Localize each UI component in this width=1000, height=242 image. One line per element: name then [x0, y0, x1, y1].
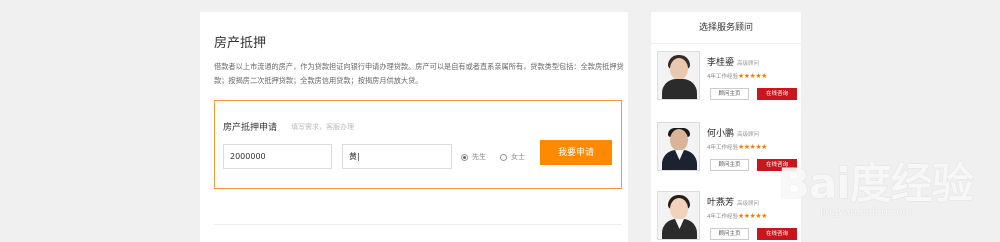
advisor-photo[interactable] [657, 191, 700, 240]
advisor-experience: 4年工作经验★★★★★ [707, 72, 767, 80]
page-title: 房产抵押 [214, 36, 267, 51]
advisor-card: 何小鹏 高级顾问 4年工作经验★★★★★ 顾问主页 在线咨询 [657, 122, 797, 177]
amount-input[interactable]: 2000000 [223, 144, 332, 169]
advisor-photo[interactable] [657, 51, 700, 100]
apply-button[interactable]: 我要申请 [540, 140, 612, 165]
gender-label-male: 先生 [472, 153, 486, 161]
form-hint: 填写需求，客服办理 [291, 123, 354, 131]
watermark-url: jingyan.baidu.com [820, 207, 913, 218]
application-form: 房产抵押申请 填写需求，客服办理 2000000 黄| 先生 女士 我要申请 [214, 100, 622, 189]
advisor-card: 李桂鎏 高级顾问 4年工作经验★★★★★ 顾问主页 在线咨询 [657, 51, 797, 106]
gender-option-female[interactable]: 女士 [500, 152, 525, 162]
rating-stars-icon: ★★★★★ [738, 143, 767, 151]
name-input[interactable]: 黄| [342, 144, 452, 169]
rating-stars-icon: ★★★★★ [738, 212, 767, 220]
gender-option-male[interactable]: 先生 [461, 152, 486, 162]
advisor-name: 叶燕芳 高级顾问 [707, 198, 760, 208]
advisor-profile-button[interactable]: 顾问主页 [710, 88, 749, 100]
gender-label-female: 女士 [511, 153, 525, 161]
advisor-card: 叶燕芳 高级顾问 4年工作经验★★★★★ 顾问主页 在线咨询 [657, 191, 797, 242]
divider [214, 224, 622, 225]
advisor-name: 何小鹏 高级顾问 [707, 129, 760, 139]
sidebar-title: 选择服务顾问 [651, 12, 801, 44]
advisor-profile-button[interactable]: 顾问主页 [710, 228, 749, 240]
rating-stars-icon: ★★★★★ [738, 72, 767, 80]
description-text: 借款者以上市流通的房产，作为贷款担证向银行申请办理贷款。房产可以是自有或者直系亲… [214, 62, 624, 85]
form-title: 房产抵押申请 [223, 123, 278, 133]
advisor-level: 高级顾问 [737, 132, 760, 138]
radio-checked-icon[interactable] [461, 153, 468, 161]
advisor-experience: 4年工作经验★★★★★ [707, 143, 767, 151]
online-consult-button[interactable]: 在线咨询 [757, 88, 797, 100]
radio-unchecked-icon[interactable] [500, 153, 507, 161]
advisor-level: 高级顾问 [737, 61, 760, 67]
mortgage-panel: 房产抵押 借款者以上市流通的房产，作为贷款担证向银行申请办理贷款。房产可以是自有… [200, 12, 628, 242]
advisor-photo[interactable] [657, 122, 700, 171]
advisor-experience: 4年工作经验★★★★★ [707, 212, 767, 220]
advisor-level: 高级顾问 [737, 201, 760, 207]
watermark-logo: Bai度经验 [778, 159, 974, 208]
baidu-jingyan-watermark: Bai度经验 jingyan.baidu.com [778, 150, 998, 240]
advisor-profile-button[interactable]: 顾问主页 [710, 159, 749, 171]
advisor-name: 李桂鎏 高级顾问 [707, 58, 760, 68]
